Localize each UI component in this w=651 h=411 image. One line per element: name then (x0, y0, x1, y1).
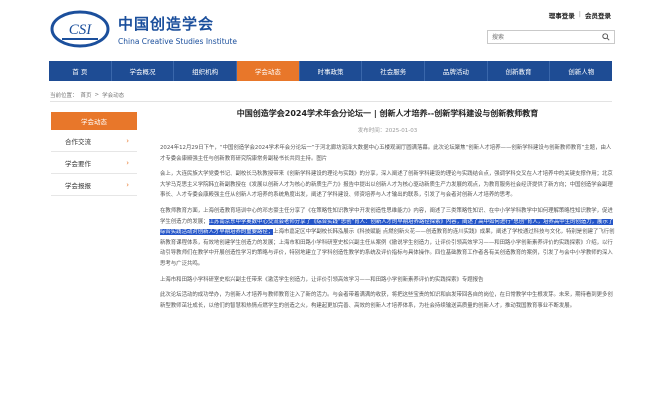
article-paragraph: 此次论坛活动的成功举办，为创新人才培养与教师教育注入了新的活力。与会者带着满满的… (160, 292, 613, 309)
link-separator: | (578, 10, 581, 18)
csi-logo-icon[interactable]: CSI (50, 10, 110, 48)
sidebar-title: 学会动态 (51, 112, 137, 130)
site-header: CSI 中国创造学会 China Creative Studies Instit… (0, 0, 651, 58)
article: 中国创造学会2024学术年会分论坛一 | 创新人才培养--创新学科建设与创新教师… (160, 108, 615, 316)
search-button[interactable] (598, 31, 614, 43)
breadcrumb-divider (50, 101, 612, 102)
search-input[interactable] (488, 31, 593, 43)
nav-events[interactable]: 品牌活动 (425, 61, 488, 81)
sidebar-item-label: 学会要作 (65, 159, 91, 168)
article-paragraph: 2024年12月29日下午，“中国创造学会2024学术年会分论坛一”于河北廊坊润… (160, 145, 612, 162)
chevron-right-icon: › (126, 159, 129, 167)
site-title: 中国创造学会 (118, 15, 215, 33)
breadcrumb-home[interactable]: 首页 (81, 91, 92, 99)
sidebar-item-label: 学会报报 (65, 181, 91, 190)
article-title: 中国创造学会2024学术年会分论坛一 | 创新人才培养--创新学科建设与创新教师… (236, 109, 539, 118)
nav-services[interactable]: 社会服务 (362, 61, 426, 81)
article-paragraph: 上海市和田路小学科研室史松兴副主任带来《激活学生创造力，让评价引领高效学习——和… (160, 276, 484, 283)
admin-login-link[interactable]: 理事登录 (549, 10, 575, 20)
main-nav: 首 页 学会概况 组织机构 学会动态 时事政策 社会服务 品牌活动 创新教育 创… (49, 61, 612, 81)
top-links: 理事登录 | 会员登录 (549, 10, 611, 20)
nav-people[interactable]: 创新人物 (550, 61, 612, 81)
breadcrumb-current[interactable]: 学会动态 (102, 91, 124, 99)
nav-education[interactable]: 创新教育 (488, 61, 551, 81)
search-icon (602, 33, 610, 41)
sidebar-item-reports[interactable]: 学会报报 › (51, 174, 137, 196)
article-paragraph: 会上，大连民族大学党委书记、副校长马秋教授带来《创新学科建设的理论与实践》的分享… (160, 171, 613, 199)
svg-text:CSI: CSI (69, 22, 93, 38)
search-box (487, 30, 615, 44)
nav-home[interactable]: 首 页 (49, 61, 112, 81)
nav-news[interactable]: 学会动态 (237, 61, 300, 81)
article-body: 2024年12月29日下午，“中国创造学会2024学术年会分论坛一”于河北廊坊润… (160, 143, 615, 311)
nav-organization[interactable]: 组织机构 (174, 61, 238, 81)
site-subtitle: China Creative Studies Institute (118, 37, 237, 46)
sidebar: 学会动态 合作交流 › 学会要作 › 学会报报 › (51, 112, 137, 196)
sidebar-item-work[interactable]: 学会要作 › (51, 152, 137, 174)
article-date: 发布时间：2025-01-03 (357, 128, 418, 134)
sidebar-item-exchange[interactable]: 合作交流 › (51, 130, 137, 152)
breadcrumb-prefix: 当前位置： (50, 93, 78, 99)
nav-policy[interactable]: 时事政策 (300, 61, 363, 81)
sidebar-item-label: 合作交流 (65, 137, 91, 146)
article-paragraph: 在教师教育方面，上海创造教育培训中心的邓志豪主任分享了《在策略性知识教学中开发创… (160, 206, 615, 270)
chevron-right-icon: › (126, 137, 129, 145)
nav-about[interactable]: 学会概况 (112, 61, 175, 81)
chevron-right-icon: › (126, 181, 129, 189)
member-login-link[interactable]: 会员登录 (585, 10, 611, 20)
breadcrumb-separator: > (94, 92, 100, 98)
breadcrumb: 当前位置： 首页 > 学会动态 (50, 91, 124, 99)
